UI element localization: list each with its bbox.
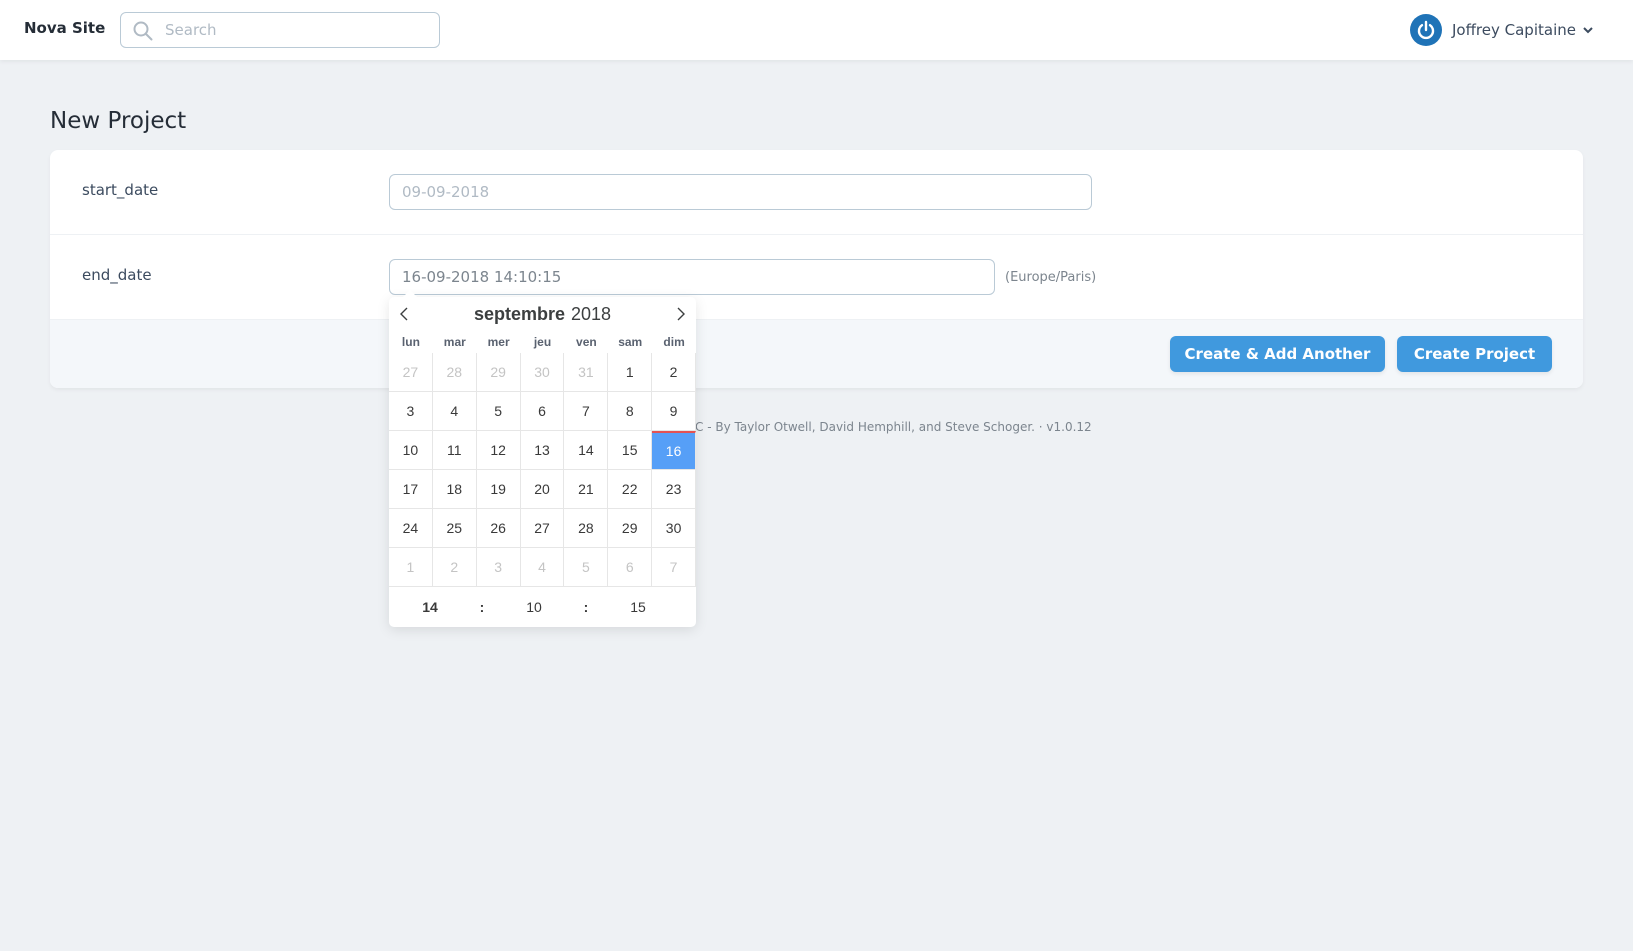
day-cell[interactable]: 30 <box>652 509 696 548</box>
field-row-end-date: end_date (Europe/Paris) <box>50 235 1583 320</box>
day-cell[interactable]: 20 <box>520 470 565 509</box>
day-cell[interactable]: 21 <box>564 470 609 509</box>
weekday-label: jeu <box>533 335 552 349</box>
weekday-label: mer <box>487 335 510 349</box>
day-cell[interactable]: 24 <box>389 509 433 548</box>
chevron-right-icon <box>677 307 685 321</box>
end-date-input[interactable] <box>389 259 995 295</box>
weekday-row: lun mar mer jeu ven sam dim <box>389 331 696 353</box>
create-and-add-another-button[interactable]: Create & Add Another <box>1170 336 1385 372</box>
avatar <box>1410 14 1442 46</box>
day-cell[interactable]: 17 <box>389 470 433 509</box>
datepicker-year[interactable]: 2018 <box>571 304 611 325</box>
hour-input[interactable]: 14 <box>389 599 471 615</box>
day-cell[interactable]: 14 <box>564 431 609 470</box>
next-month-button[interactable] <box>670 304 690 324</box>
day-cell[interactable]: 2 <box>432 548 477 587</box>
day-cell[interactable]: 2 <box>652 353 696 392</box>
day-cell[interactable]: 13 <box>520 431 565 470</box>
weekday-label: mar <box>443 335 466 349</box>
day-cell[interactable]: 25 <box>432 509 477 548</box>
weekday-label: dim <box>663 335 685 349</box>
day-cell[interactable]: 29 <box>608 509 653 548</box>
day-cell[interactable]: 11 <box>432 431 477 470</box>
weekday-label: lun <box>401 335 420 349</box>
day-cell[interactable]: 28 <box>432 353 477 392</box>
chevron-down-icon <box>1583 27 1593 34</box>
time-picker: 14 : 10 : 15 <box>389 587 696 627</box>
start-date-label: start_date <box>82 181 159 199</box>
prev-month-button[interactable] <box>395 304 415 324</box>
day-cell[interactable]: 31 <box>564 353 609 392</box>
weekday-label: ven <box>576 335 597 349</box>
search-icon <box>133 21 153 41</box>
top-bar: Nova Site Joffrey Capitaine <box>0 0 1633 60</box>
form-card: start_date end_date (Europe/Paris) Creat… <box>50 150 1583 388</box>
day-cell[interactable]: 15 <box>608 431 653 470</box>
user-menu[interactable]: Joffrey Capitaine <box>1410 13 1594 47</box>
datepicker-month[interactable]: septembre <box>474 304 565 325</box>
datepicker-popup: septembre 2018 lun mar mer jeu ven sam dim 27 2… <box>389 290 696 627</box>
day-cell[interactable]: 28 <box>564 509 609 548</box>
day-cell[interactable]: 5 <box>476 392 521 431</box>
day-cell[interactable]: 1 <box>608 353 653 392</box>
day-cell[interactable]: 6 <box>520 392 565 431</box>
day-cell[interactable]: 7 <box>564 392 609 431</box>
day-cell[interactable]: 4 <box>520 548 565 587</box>
day-cell[interactable]: 27 <box>520 509 565 548</box>
day-cell[interactable]: 19 <box>476 470 521 509</box>
time-separator: : <box>479 599 485 615</box>
search-input[interactable] <box>165 13 425 47</box>
day-grid: 27 28 29 30 31 1 2 3 4 5 6 7 8 9 10 11 12 13 14 15 16 17 18 19 2… <box>389 353 696 587</box>
day-cell[interactable]: 12 <box>476 431 521 470</box>
footer-credits: vel LLC - By Taylor Otwell, David Hemphi… <box>660 420 1092 434</box>
day-cell[interactable]: 27 <box>389 353 433 392</box>
day-cell[interactable]: 8 <box>608 392 653 431</box>
day-cell[interactable]: 23 <box>652 470 696 509</box>
create-project-button[interactable]: Create Project <box>1397 336 1552 372</box>
day-cell[interactable]: 22 <box>608 470 653 509</box>
day-cell[interactable]: 18 <box>432 470 477 509</box>
day-cell[interactable]: 7 <box>652 548 696 587</box>
day-cell[interactable]: 6 <box>608 548 653 587</box>
second-input[interactable]: 15 <box>597 599 679 615</box>
day-cell[interactable]: 3 <box>389 392 433 431</box>
chevron-left-icon <box>400 307 408 321</box>
day-cell[interactable]: 26 <box>476 509 521 548</box>
weekday-label: sam <box>618 335 643 349</box>
day-cell[interactable]: 29 <box>476 353 521 392</box>
minute-input[interactable]: 10 <box>493 599 575 615</box>
end-date-label: end_date <box>82 266 152 284</box>
day-cell[interactable]: 10 <box>389 431 433 470</box>
day-cell[interactable]: 1 <box>389 548 433 587</box>
timezone-label: (Europe/Paris) <box>1005 270 1097 285</box>
power-icon <box>1417 20 1435 40</box>
form-actions: Create & Add Another Create Project <box>50 320 1583 388</box>
day-cell[interactable]: 30 <box>520 353 565 392</box>
brand-logo-text[interactable]: Nova Site <box>24 19 105 37</box>
day-cell[interactable]: 4 <box>432 392 477 431</box>
day-cell-selected[interactable]: 16 <box>652 431 696 470</box>
field-row-start-date: start_date <box>50 150 1583 235</box>
day-cell[interactable]: 9 <box>652 392 696 431</box>
search-box[interactable] <box>120 12 440 48</box>
time-separator: : <box>583 599 589 615</box>
page-title: New Project <box>50 108 187 134</box>
day-cell[interactable]: 3 <box>476 548 521 587</box>
day-cell[interactable]: 5 <box>564 548 609 587</box>
user-name: Joffrey Capitaine <box>1452 21 1576 39</box>
datepicker-header: septembre 2018 <box>389 297 696 331</box>
start-date-input[interactable] <box>389 174 1092 210</box>
